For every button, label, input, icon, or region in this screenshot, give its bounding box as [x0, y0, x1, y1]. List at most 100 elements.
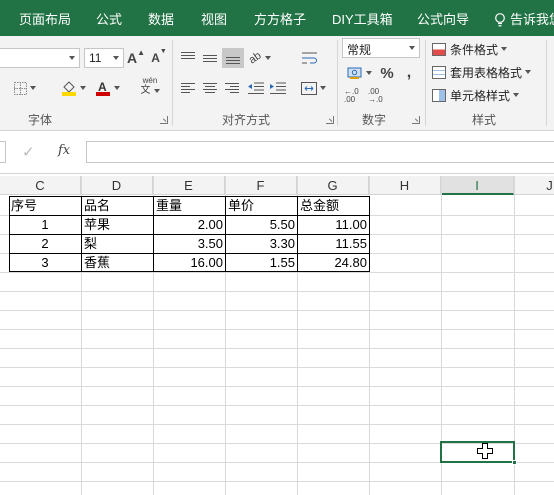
- phonetic-button[interactable]: wén 文: [134, 76, 166, 96]
- tab-diy-toolbox[interactable]: DIY工具箱: [332, 0, 393, 36]
- ribbon: 11 A ▲ A ▼ A wén 文 字体 ab 对齐方式 常规 % , ←.0 .0…: [0, 36, 554, 131]
- column-header-f[interactable]: F: [225, 176, 297, 195]
- table-cell[interactable]: 5.50: [226, 215, 297, 234]
- decrease-decimal-button[interactable]: .00 →.0: [368, 86, 390, 106]
- table-border: [9, 196, 10, 272]
- font-name-select[interactable]: [0, 48, 80, 68]
- table-cell[interactable]: 3.50: [154, 234, 225, 253]
- font-dialog-launcher[interactable]: [160, 116, 168, 124]
- svg-text:A: A: [98, 80, 107, 94]
- number-format-select[interactable]: 常规: [342, 38, 420, 58]
- number-format-value: 常规: [347, 43, 372, 57]
- chevron-down-icon: [501, 47, 508, 51]
- cell-styles-label: 单元格样式: [450, 88, 511, 103]
- name-box[interactable]: [0, 141, 6, 163]
- table-cell[interactable]: 苹果: [82, 215, 153, 234]
- fill-color-button[interactable]: [58, 78, 88, 98]
- table-header-cell[interactable]: 重量: [154, 196, 225, 215]
- align-center-icon: [203, 82, 217, 94]
- column-header-g[interactable]: G: [297, 176, 369, 195]
- cell-styles-button[interactable]: 单元格样式: [432, 85, 520, 105]
- tell-me-search[interactable]: 告诉我您: [510, 0, 554, 36]
- orientation-button[interactable]: ab: [246, 48, 274, 68]
- table-cell[interactable]: 2.00: [154, 215, 225, 234]
- tab-formulas[interactable]: 公式: [96, 0, 122, 36]
- accounting-format-button[interactable]: [344, 63, 374, 83]
- fill-handle[interactable]: [512, 460, 517, 465]
- font-size-select[interactable]: 11: [84, 48, 124, 68]
- table-cell[interactable]: 11.55: [298, 234, 369, 253]
- table-cell[interactable]: 香蕉: [82, 253, 153, 272]
- table-cell[interactable]: 1.55: [226, 253, 297, 272]
- table-border: [9, 196, 370, 197]
- align-bottom-button[interactable]: [222, 48, 244, 68]
- table-cell[interactable]: 1: [9, 215, 81, 234]
- shrink-font-button[interactable]: A ▼: [151, 48, 167, 68]
- column-header-h[interactable]: H: [369, 176, 441, 195]
- group-divider: [425, 40, 426, 126]
- formula-input[interactable]: [86, 141, 554, 163]
- group-label-number: 数字: [362, 113, 387, 127]
- table-header-cell[interactable]: 序号: [9, 196, 81, 215]
- borders-button[interactable]: [12, 78, 38, 98]
- chevron-down-icon: [153, 89, 160, 93]
- wrap-text-button[interactable]: [300, 48, 320, 68]
- column-header-d[interactable]: D: [81, 176, 153, 195]
- align-middle-button[interactable]: [200, 48, 220, 68]
- wrap-text-icon: [302, 52, 317, 63]
- table-border: [225, 196, 226, 272]
- formula-bar: ✓ fx: [0, 131, 554, 174]
- table-cell[interactable]: 2: [9, 234, 81, 253]
- number-dialog-launcher[interactable]: [412, 116, 420, 124]
- table-border: [9, 234, 370, 235]
- worksheet-grid[interactable]: C D E F G H I J 序号 品名 重量 单价 总金额 1 苹果 2.0…: [0, 174, 554, 495]
- ribbon-tab-bar: 页面布局 公式 数据 视图 方方格子 DIY工具箱 公式向导 告诉我您: [0, 0, 554, 36]
- paint-bucket-icon: [61, 81, 76, 96]
- grow-font-button[interactable]: A ▲: [127, 48, 145, 68]
- table-cell[interactable]: 24.80: [298, 253, 369, 272]
- alignment-dialog-launcher[interactable]: [326, 116, 334, 124]
- align-center-button[interactable]: [200, 78, 220, 98]
- conditional-formatting-button[interactable]: 条件格式: [432, 39, 508, 59]
- font-size-value: 11: [89, 51, 102, 65]
- font-color-button[interactable]: A: [92, 78, 122, 98]
- tab-formula-wizard[interactable]: 公式向导: [417, 0, 469, 36]
- increase-indent-button[interactable]: [268, 78, 288, 98]
- decrease-indent-button[interactable]: [246, 78, 266, 98]
- enter-check-icon[interactable]: ✓: [22, 143, 35, 161]
- group-divider: [546, 40, 547, 126]
- table-cell[interactable]: 3.30: [226, 234, 297, 253]
- tab-page-layout[interactable]: 页面布局: [19, 0, 71, 36]
- table-cell[interactable]: 梨: [82, 234, 153, 253]
- conditional-formatting-label: 条件格式: [450, 42, 499, 57]
- table-cell[interactable]: 11.00: [298, 215, 369, 234]
- tab-data[interactable]: 数据: [148, 0, 174, 36]
- decrease-indent-icon: [248, 82, 264, 94]
- currency-icon: [347, 67, 361, 79]
- tab-view[interactable]: 视图: [201, 0, 227, 36]
- chevron-down-icon: [319, 86, 326, 90]
- chevron-down-icon: [365, 71, 372, 75]
- column-header-e[interactable]: E: [153, 176, 225, 195]
- tab-fangfang-gezi[interactable]: 方方格子: [254, 0, 306, 36]
- comma-style-button[interactable]: ,: [400, 63, 418, 83]
- table-header-cell[interactable]: 单价: [226, 196, 297, 215]
- column-header-c[interactable]: C: [0, 176, 81, 195]
- column-header-j[interactable]: J: [514, 176, 554, 195]
- align-right-button[interactable]: [222, 78, 242, 98]
- borders-icon: [14, 81, 27, 95]
- table-header-cell[interactable]: 总金额: [298, 196, 369, 215]
- merge-center-button[interactable]: [298, 78, 328, 98]
- table-cell[interactable]: 3: [9, 253, 81, 272]
- column-header-i[interactable]: I: [441, 176, 514, 195]
- align-right-icon: [225, 82, 239, 94]
- percent-style-button[interactable]: %: [378, 63, 396, 83]
- increase-decimal-button[interactable]: ←.0 .00: [344, 86, 366, 106]
- align-top-button[interactable]: [178, 48, 198, 68]
- align-left-button[interactable]: [178, 78, 198, 98]
- insert-function-button[interactable]: fx: [58, 143, 70, 158]
- format-as-table-button[interactable]: 套用表格格式: [432, 62, 532, 82]
- table-header-cell[interactable]: 品名: [82, 196, 153, 215]
- table-cell[interactable]: 16.00: [154, 253, 225, 272]
- align-top-icon: [181, 52, 195, 64]
